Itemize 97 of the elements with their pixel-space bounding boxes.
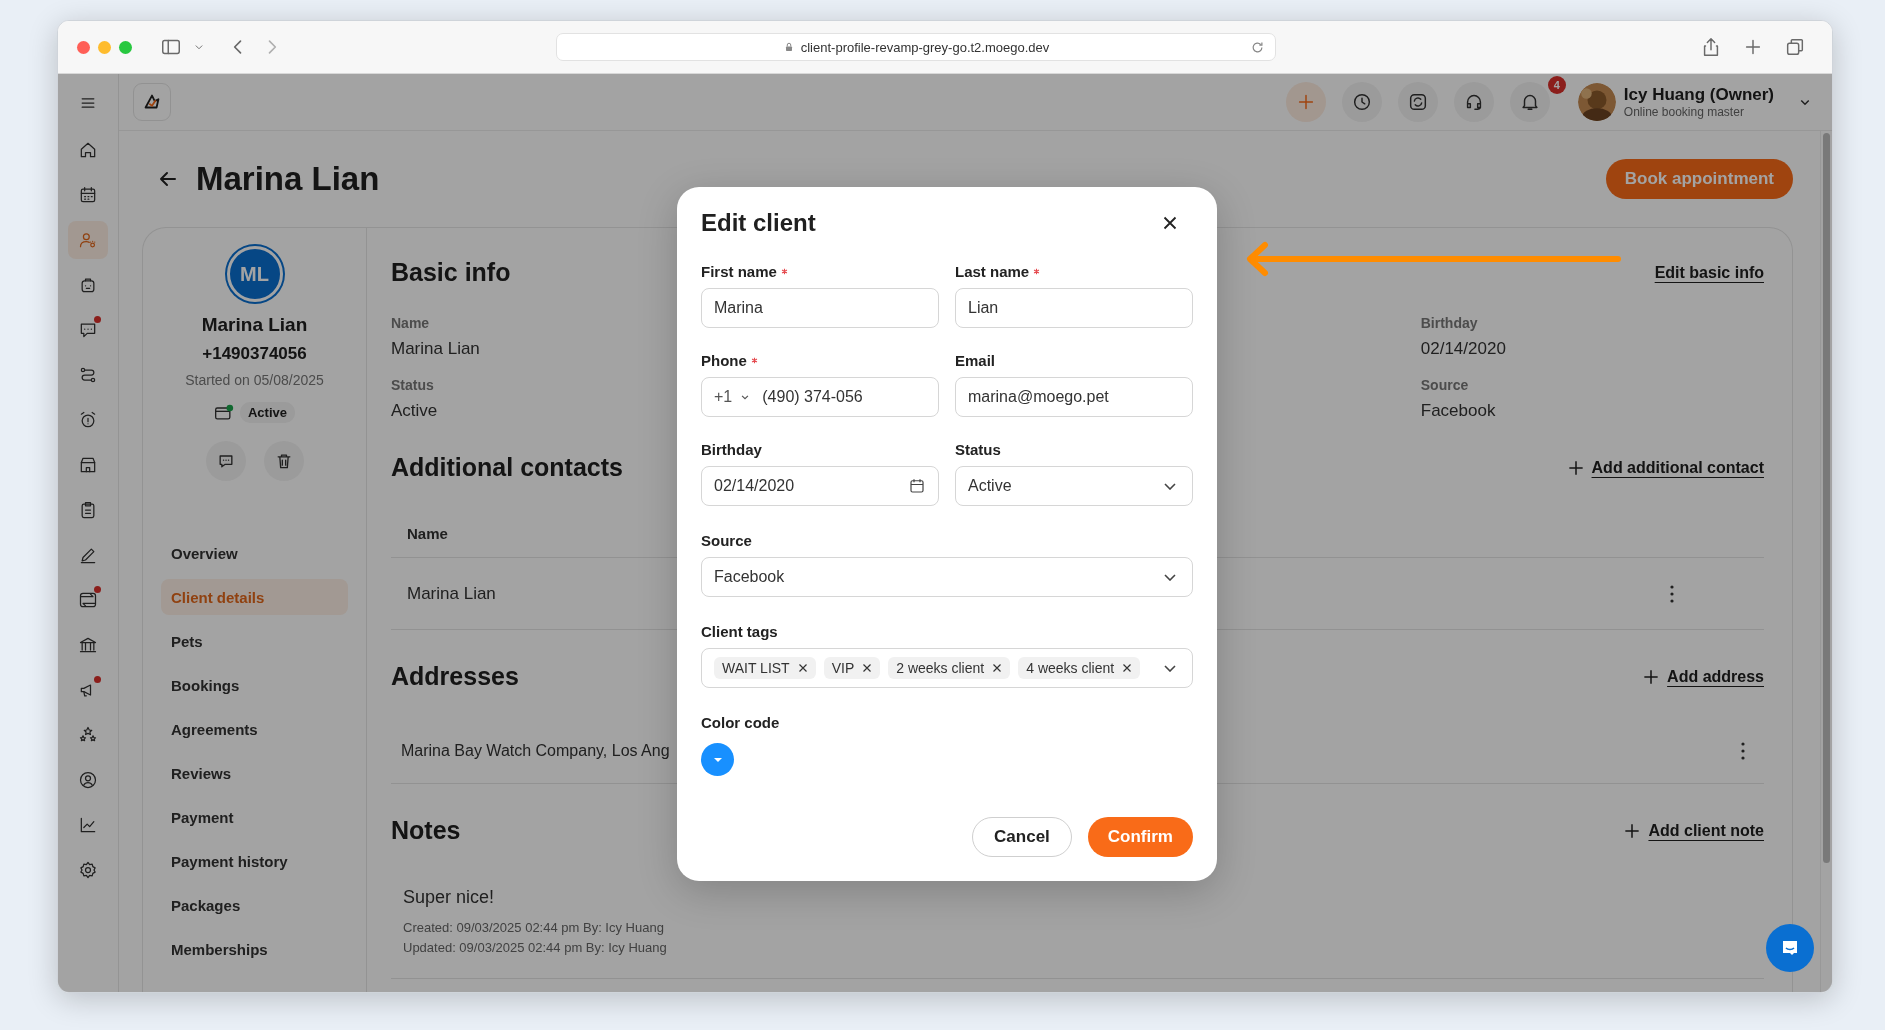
address-text: Marina Bay Watch Company, Los Ang (401, 741, 670, 760)
profile-menu-item[interactable]: Memberships (161, 931, 348, 967)
tabs-overview-icon[interactable] (1784, 36, 1806, 58)
field-label: Name (391, 315, 430, 331)
field-label: Birthday (701, 441, 762, 458)
section-title: Basic info (391, 258, 511, 287)
profile-menu-item[interactable]: Agreements (161, 711, 348, 747)
field-value: Active (391, 401, 438, 421)
calendar-icon[interactable] (908, 477, 926, 495)
alarm-icon (78, 410, 98, 430)
field-label: Last name (955, 263, 1030, 280)
scrollbar[interactable] (1823, 133, 1830, 863)
field-label: Status (391, 377, 434, 393)
section-title: Notes (391, 816, 461, 845)
route-icon (78, 365, 98, 385)
bank-icon (78, 635, 98, 655)
profile-menu-item[interactable]: Pets (161, 623, 348, 659)
store-icon (78, 455, 98, 475)
status-select[interactable]: Active (955, 466, 1193, 506)
chevron-down-icon (1164, 664, 1176, 672)
tag-chip[interactable]: VIP (823, 657, 881, 679)
chevron-down-icon (1164, 573, 1176, 581)
phone-field[interactable]: +1 (490) 374-056 (701, 377, 939, 417)
url-text: client-profile-revamp-grey-go.t2.moego.dev (800, 39, 1050, 55)
chat-icon[interactable] (1766, 924, 1814, 972)
input-field[interactable]: Lian (955, 288, 1193, 328)
sync-icon[interactable] (1397, 82, 1438, 122)
profile-menu-item[interactable]: Reviews (161, 755, 348, 791)
tags-select[interactable]: WAIT LIST VIP 2 weeks client 4 weeks client (701, 648, 1193, 688)
more-icon[interactable] (1740, 740, 1746, 761)
gear-icon (78, 860, 98, 880)
home-icon (78, 140, 98, 160)
trash-icon[interactable] (263, 441, 304, 481)
client-phone: +1490374056 (202, 344, 307, 364)
address-bar[interactable]: client-profile-revamp-grey-go.t2.moego.dev (556, 33, 1276, 61)
field-value: Facebook (1420, 401, 1496, 421)
tag-chip[interactable]: 2 weeks client (888, 657, 1011, 679)
logo[interactable] (133, 83, 171, 121)
field-label: First name (701, 263, 777, 280)
edit-basic-info-link[interactable]: Edit basic info (1654, 263, 1764, 282)
notification-badge: 4 (1547, 76, 1566, 94)
dialog-title: Edit client (701, 209, 816, 237)
user-icon (78, 770, 98, 790)
start-date: Started on 05/08/2025 (185, 372, 324, 388)
headset-icon[interactable] (1453, 82, 1494, 122)
field-label: Client tags (701, 623, 778, 640)
credit-card-icon (214, 402, 234, 423)
section-title: Addresses (391, 662, 519, 691)
table-cell: Marina Lian (407, 583, 496, 604)
close-window-button[interactable] (77, 40, 90, 54)
caret-icon (713, 757, 722, 762)
field-label: Email (955, 352, 996, 369)
date-field[interactable]: 02/14/2020 (701, 466, 939, 506)
input-field[interactable]: marina@moego.pet (955, 377, 1193, 417)
profile-menu-item[interactable]: Overview (161, 535, 348, 571)
avatar: ML (226, 246, 283, 302)
field-value: 02/14/2020 (1420, 339, 1506, 359)
note-updated: Updated: 09/03/2025 02:44 pm By: Icy Huang (403, 939, 668, 957)
field-label: Source (701, 532, 752, 549)
input-field[interactable]: Marina (701, 288, 939, 328)
chevron-down-icon (1164, 482, 1176, 490)
cancel-button[interactable]: Cancel (972, 817, 1072, 857)
reload-icon[interactable] (1250, 39, 1265, 55)
column-header: Name (407, 525, 448, 542)
add-note-link[interactable]: Add client note (1622, 820, 1764, 841)
note-created: Created: 09/03/2025 02:44 pm By: Icy Huang (403, 919, 665, 937)
user-name: Icy Huang (Owner) (1623, 85, 1774, 105)
color-picker[interactable] (701, 743, 734, 776)
profile-menu-item[interactable]: Payment (161, 799, 348, 835)
field-label: Birthday (1420, 315, 1478, 331)
note-text: Super nice! (403, 887, 496, 908)
more-icon[interactable] (1669, 583, 1675, 604)
tag-chip[interactable]: 4 weeks client (1018, 657, 1141, 679)
field-label: Phone (701, 352, 747, 369)
profile-menu-item[interactable]: Bookings (161, 667, 348, 703)
clients-icon (78, 230, 98, 250)
bell-icon[interactable] (1509, 82, 1550, 122)
source-select[interactable]: Facebook (701, 557, 1193, 597)
profile-menu-item[interactable]: Packages (161, 887, 348, 923)
section-title: Additional contacts (391, 453, 623, 482)
field-label: Color code (701, 714, 780, 731)
field-value: Marina Lian (391, 339, 480, 359)
tag-chip[interactable]: WAIT LIST (714, 657, 816, 679)
field-label: Status (955, 441, 1001, 458)
chart-icon (78, 815, 98, 835)
client-name: Marina Lian (201, 314, 308, 336)
field-label: Source (1420, 377, 1469, 393)
calendar-icon (78, 185, 98, 205)
profile-menu-item[interactable]: Payment history (161, 843, 348, 879)
message-icon[interactable] (205, 441, 246, 481)
add-address-link[interactable]: Add address (1641, 666, 1764, 687)
clock-icon[interactable] (1341, 82, 1382, 122)
status-tag: Active (240, 402, 295, 423)
swap-icon (78, 590, 98, 610)
page-title: Marina Lian (196, 160, 380, 198)
add-contact-link[interactable]: Add additional contact (1565, 457, 1764, 478)
user-role: Online booking master (1623, 105, 1745, 119)
